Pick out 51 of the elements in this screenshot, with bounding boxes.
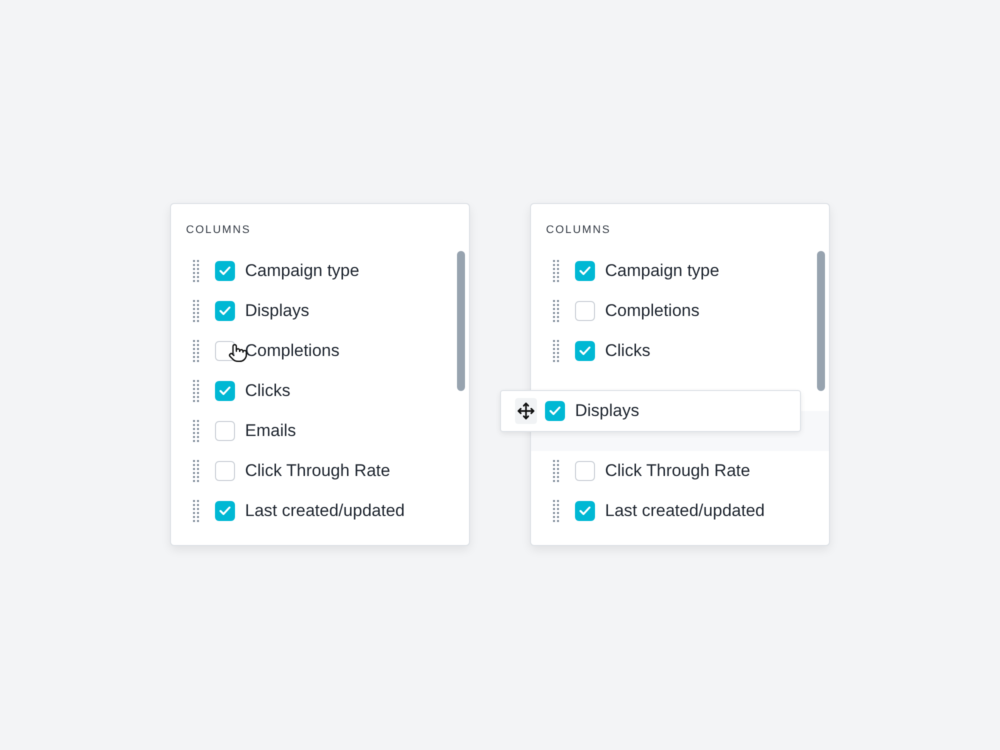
drag-handle-icon[interactable] (193, 420, 199, 442)
checkbox[interactable] (575, 461, 595, 481)
column-label: Campaign type (245, 261, 360, 281)
column-label: Completions (605, 301, 700, 321)
drag-handle-icon[interactable] (553, 300, 559, 322)
drag-handle-icon[interactable] (553, 340, 559, 362)
column-label: Clicks (245, 381, 290, 401)
drag-handle-icon[interactable] (553, 460, 559, 482)
check-icon (579, 506, 591, 516)
check-icon (219, 386, 231, 396)
panel-title: COLUMNS (185, 224, 252, 238)
panel-title: COLUMNS (545, 224, 612, 238)
drag-handle-icon[interactable] (193, 340, 199, 362)
move-icon (515, 398, 537, 424)
check-icon (579, 346, 591, 356)
checkbox[interactable] (215, 261, 235, 281)
column-label: Click Through Rate (245, 461, 390, 481)
drag-handle-icon[interactable] (553, 260, 559, 282)
check-icon (579, 266, 591, 276)
column-label: Displays (245, 301, 310, 321)
scrollbar[interactable] (817, 251, 825, 391)
column-label: Clicks (605, 341, 650, 361)
check-icon (219, 266, 231, 276)
checkbox[interactable] (215, 461, 235, 481)
drag-handle-icon[interactable] (193, 300, 199, 322)
column-label: Last created/updated (245, 501, 405, 521)
checkbox[interactable] (575, 341, 595, 361)
dragged-item[interactable]: Displays (500, 390, 801, 432)
checkbox[interactable] (575, 261, 595, 281)
column-label: Last created/updated (605, 501, 765, 521)
check-icon (219, 506, 231, 516)
checkbox[interactable] (575, 501, 595, 521)
drag-handle-icon[interactable] (193, 500, 199, 522)
drag-handle-icon[interactable] (193, 380, 199, 402)
checkbox[interactable] (215, 501, 235, 521)
column-label: Click Through Rate (605, 461, 750, 481)
checkbox[interactable] (215, 381, 235, 401)
drag-handle-icon[interactable] (193, 460, 199, 482)
checkbox[interactable] (215, 301, 235, 321)
check-icon (549, 406, 561, 416)
check-icon (219, 306, 231, 316)
scrollbar[interactable] (457, 251, 465, 391)
checkbox[interactable] (545, 401, 565, 421)
checkbox[interactable] (215, 421, 235, 441)
drag-handle-icon[interactable] (193, 260, 199, 282)
column-label: Completions (245, 341, 340, 361)
drag-handle-icon[interactable] (553, 500, 559, 522)
column-label: Emails (245, 421, 296, 441)
column-label: Campaign type (605, 261, 720, 281)
checkbox[interactable] (575, 301, 595, 321)
column-label: Displays (575, 401, 640, 421)
